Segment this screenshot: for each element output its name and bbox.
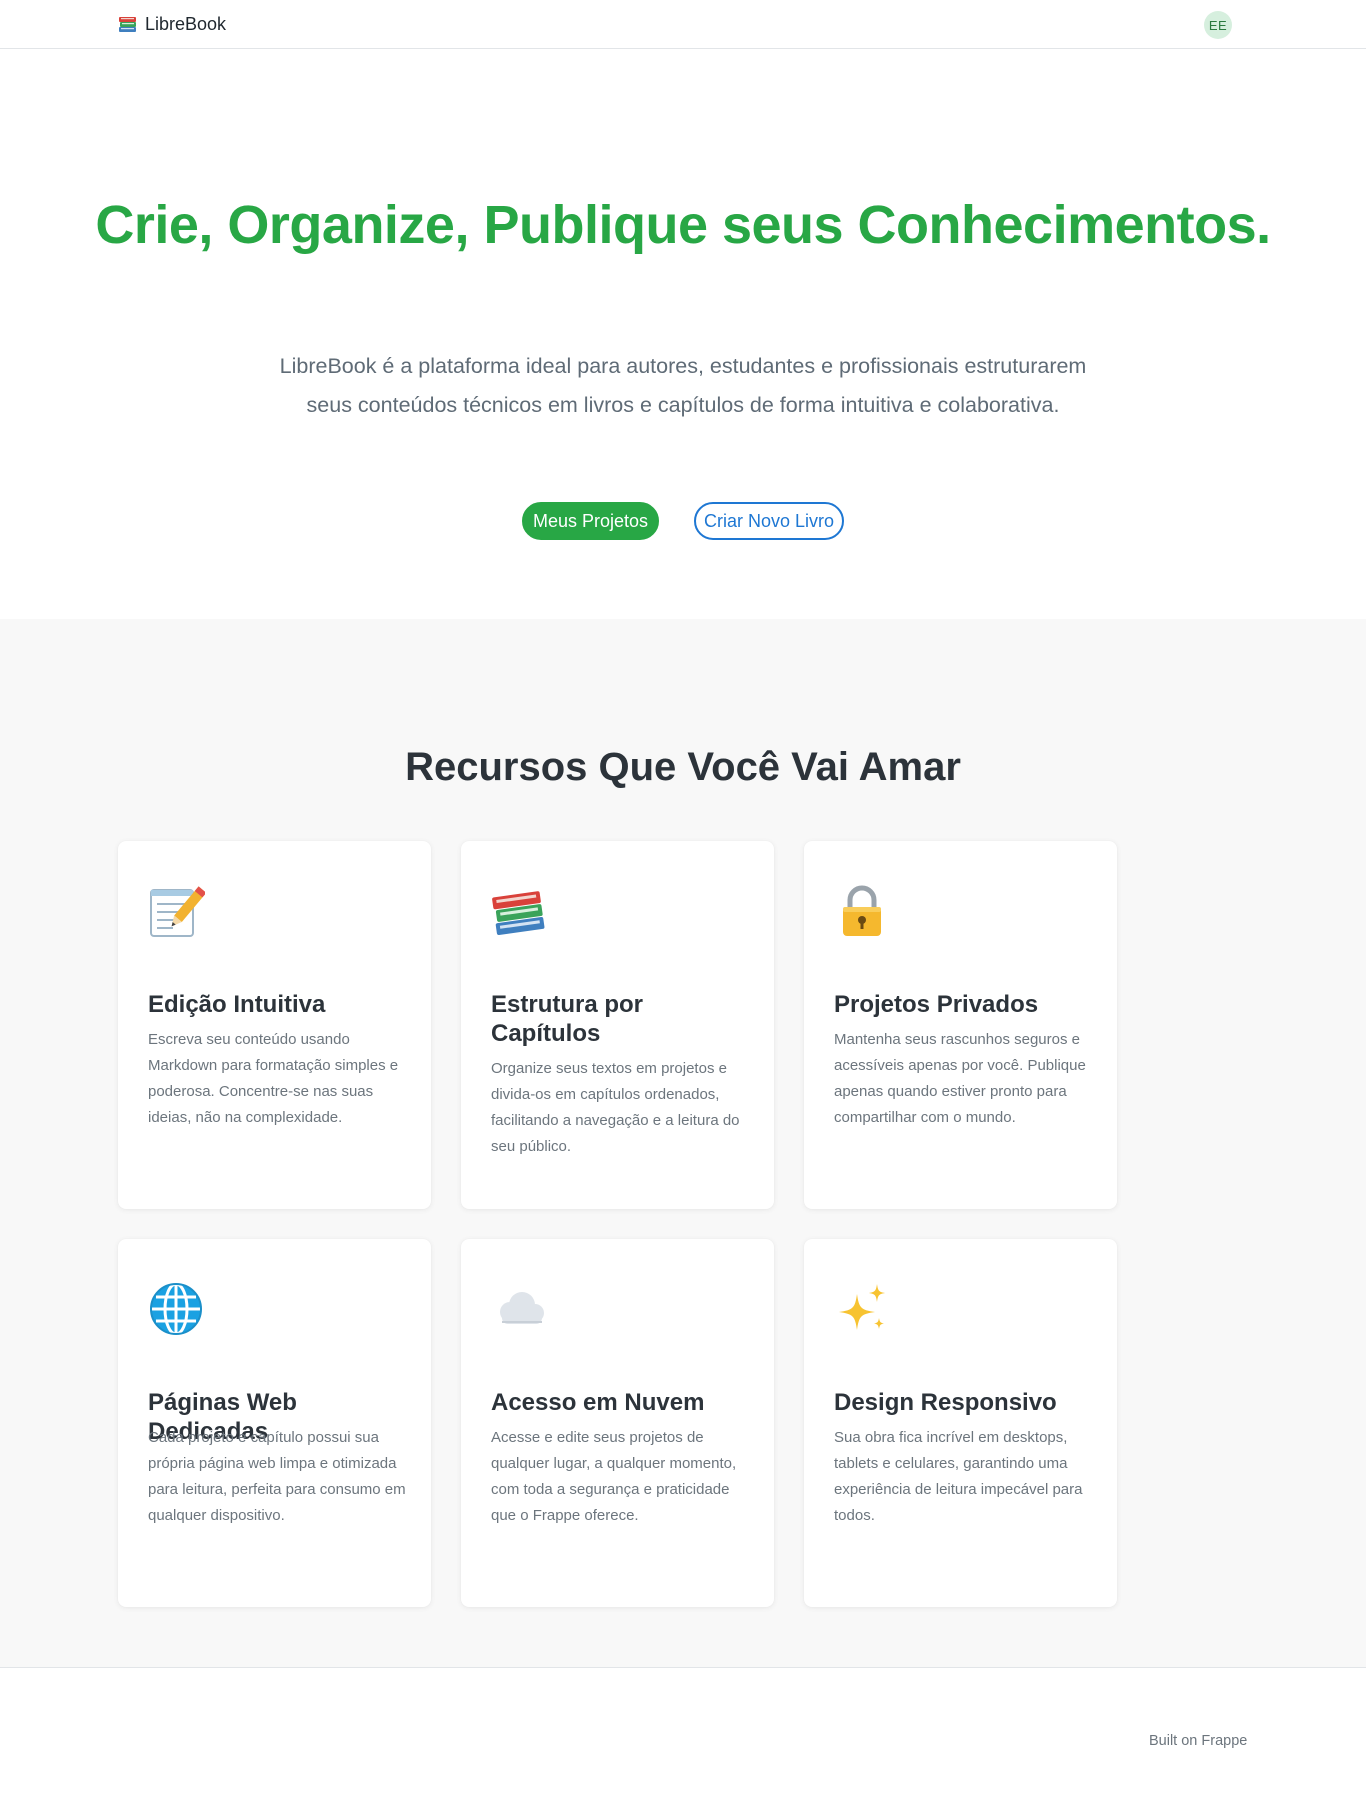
feature-description: Sua obra fica incrível em desktops, tabl…	[834, 1429, 1083, 1524]
lock-icon	[843, 885, 881, 936]
feature-title: Design Responsivo	[834, 1389, 1057, 1416]
globe-icon	[150, 1282, 202, 1336]
feature-card: Estrutura por Capítulos Organize seus te…	[461, 841, 774, 1209]
feature-description: Cada projeto e capítulo possui sua própr…	[148, 1429, 406, 1524]
feature-card: Páginas Web Dedicadas Cada projeto e cap…	[118, 1239, 431, 1607]
features-section: Recursos Que Você Vai Amar Edição Intuit…	[0, 619, 1366, 1668]
brand-link[interactable]: LibreBook	[117, 12, 226, 36]
create-book-button[interactable]: Criar Novo Livro	[694, 502, 844, 540]
hero-subtitle: LibreBook é a plataforma ideal para auto…	[279, 354, 1087, 417]
avatar[interactable]: EE	[1204, 11, 1232, 39]
feature-title: Acesso em Nuvem	[491, 1389, 705, 1416]
feature-title: Estrutura por Capítulos	[491, 991, 644, 1047]
navbar: LibreBook EE	[0, 0, 1366, 49]
feature-card: Acesso em Nuvem Acesse e edite seus proj…	[461, 1239, 774, 1607]
books-icon	[119, 17, 136, 32]
sparkles-icon	[839, 1284, 885, 1330]
feature-title: Edição Intuitiva	[148, 991, 326, 1018]
brand-name: LibreBook	[145, 13, 227, 34]
books-icon	[492, 891, 545, 936]
feature-card: Edição Intuitiva Escreva seu conteúdo us…	[118, 841, 431, 1209]
feature-description: Mantenha seus rascunhos seguros e acessí…	[834, 1031, 1086, 1126]
my-projects-button[interactable]: Meus Projetos	[522, 502, 659, 540]
feature-description: Organize seus textos em projetos e divid…	[491, 1060, 740, 1155]
memo-pencil-icon	[150, 886, 205, 937]
feature-title: Projetos Privados	[834, 991, 1039, 1018]
features-title: Recursos Que Você Vai Amar	[405, 745, 961, 789]
feature-card: Design Responsivo Sua obra fica incrível…	[804, 1239, 1117, 1607]
feature-description: Acesse e edite seus projetos de qualquer…	[491, 1429, 737, 1524]
feature-description: Escreva seu conteúdo usando Markdown par…	[148, 1031, 399, 1126]
feature-card: Projetos Privados Mantenha seus rascunho…	[804, 841, 1117, 1209]
footer-built-on[interactable]: Built on Frappe	[1149, 1733, 1247, 1749]
hero-title: Crie, Organize, Publique seus Conhecimen…	[95, 195, 1271, 255]
cloud-icon	[500, 1292, 544, 1324]
